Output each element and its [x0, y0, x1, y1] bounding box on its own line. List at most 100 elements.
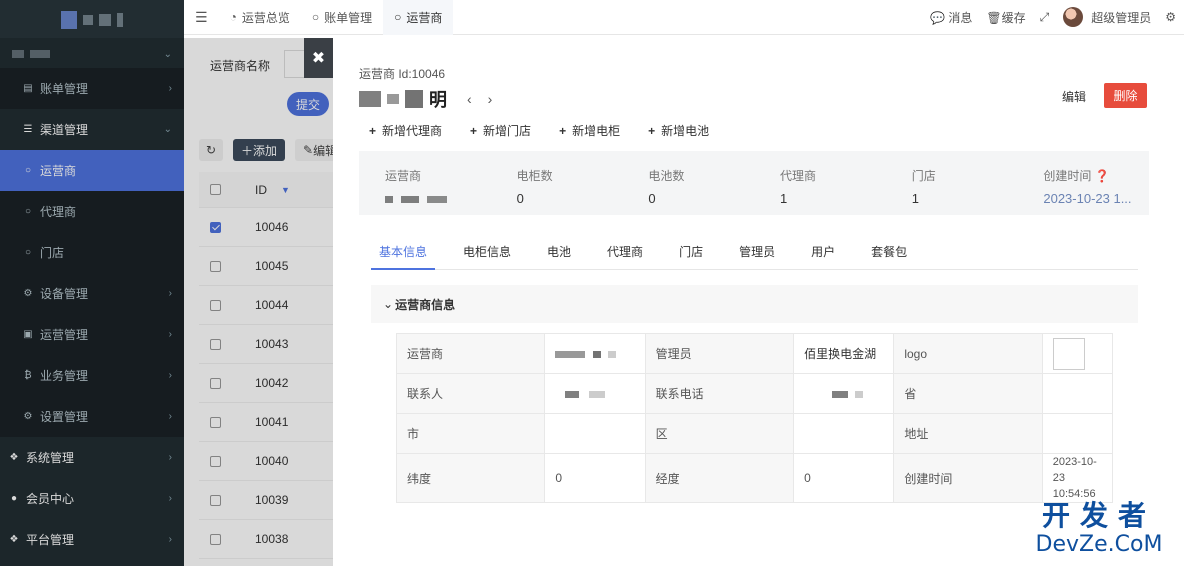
- add-agent-button[interactable]: + 新增代理商: [369, 122, 442, 139]
- watermark-line2: DevZe.CoM: [1035, 532, 1163, 557]
- tab-label: 账单管理: [324, 10, 373, 25]
- cell-label: 联系电话: [644, 373, 795, 414]
- stat-value: 1: [780, 191, 788, 206]
- operator-detail-drawer: 运营商 Id:10046 明 ‹ › 编辑 删除 + 新增代理商 + 新增门店 + 新…: [333, 38, 1184, 566]
- watermark: 开发者 DevZe.CoM: [1024, 500, 1174, 558]
- cell-label: 联系人: [395, 373, 546, 414]
- tab-stores[interactable]: 门店: [671, 240, 711, 270]
- tab-battery[interactable]: 电池: [539, 240, 579, 270]
- dashboard-icon: ◔: [229, 10, 237, 24]
- stat-value: [385, 191, 491, 207]
- circle-icon: ○: [394, 10, 402, 24]
- messages-label: 消息: [948, 10, 973, 25]
- delete-operator-button[interactable]: 删除: [1104, 83, 1147, 108]
- stat-cabinets: 电柜数 0: [491, 151, 623, 215]
- table-row: 联系人 联系电话 省: [395, 373, 1114, 414]
- cell-value: [1041, 413, 1114, 454]
- add-store-button[interactable]: + 新增门店: [470, 122, 531, 139]
- help-icon[interactable]: ❓: [1095, 169, 1110, 183]
- fullscreen-icon[interactable]: ⤢: [1040, 10, 1050, 25]
- operator-title-text: 明: [429, 90, 447, 110]
- quick-actions: + 新增代理商 + 新增门店 + 新增电柜 + 新增电池: [369, 122, 709, 139]
- tab-label: 运营总览: [241, 10, 290, 25]
- stat-label: 创建时间 ❓: [1043, 167, 1149, 184]
- menu-toggle-icon[interactable]: ☰: [184, 0, 219, 35]
- stat-batteries: 电池数 0: [622, 151, 754, 215]
- prev-icon[interactable]: ‹: [467, 91, 472, 107]
- edit-operator-button[interactable]: 编辑: [1062, 88, 1086, 105]
- add-cabinet-button[interactable]: + 新增电柜: [559, 122, 620, 139]
- cell-value: [793, 373, 895, 414]
- tab-packages[interactable]: 套餐包: [863, 240, 915, 270]
- detail-tabs: 基本信息 电柜信息 电池 代理商 门店 管理员 用户 套餐包: [371, 240, 1138, 270]
- stat-label: 运营商: [385, 169, 422, 183]
- next-icon[interactable]: ›: [488, 91, 493, 107]
- tab-basic-info[interactable]: 基本信息: [371, 240, 436, 270]
- tab-users[interactable]: 用户: [803, 240, 843, 270]
- close-icon: ✖: [311, 50, 326, 67]
- chevron-down-icon: ⌄: [383, 297, 394, 311]
- plus-icon: +: [559, 124, 567, 138]
- stat-label: 电柜数: [516, 169, 553, 183]
- table-row: 纬度 0 经度 0 创建时间 2023-10-23 10:54:56: [395, 453, 1114, 503]
- section-title: 运营商信息: [395, 297, 456, 312]
- cell-label: 纬度: [395, 453, 546, 503]
- cell-value: [793, 413, 895, 454]
- stat-label: 门店: [911, 169, 936, 183]
- stat-value: 0: [648, 191, 656, 206]
- cell-value: 2023-10-23 10:54:56: [1041, 453, 1114, 503]
- cell-value: [544, 413, 646, 454]
- stat-agents: 代理商 1: [754, 151, 886, 215]
- logo-image: [1052, 337, 1085, 370]
- brand-logo: [0, 0, 184, 40]
- operator-title: 明 ‹ ›: [359, 86, 492, 112]
- cell-value: 0: [544, 453, 646, 503]
- table-row: 市 区 地址: [395, 413, 1114, 454]
- drawer-backdrop[interactable]: [0, 38, 333, 566]
- close-drawer-button[interactable]: ✖: [304, 38, 333, 78]
- stat-stores: 门店 1: [886, 151, 1018, 215]
- cell-value: [544, 373, 646, 414]
- table-row: 运营商 管理员 佰里换电金湖 logo: [395, 333, 1114, 374]
- cell-label: 区: [644, 413, 795, 454]
- operator-id: 运营商 Id:10046: [359, 67, 446, 81]
- plus-icon: +: [369, 124, 377, 138]
- action-label: 新增门店: [483, 124, 532, 138]
- top-navbar: ☰ ◔ 运营总览 ○ 账单管理 ○ 运营商 💬 消息 🗑缓存 ⤢ 超级管理员 ⚙: [184, 0, 1184, 35]
- trash-icon: 🗑: [986, 10, 1002, 25]
- settings-icon[interactable]: ⚙: [1165, 10, 1176, 24]
- stat-label-text: 创建时间: [1043, 169, 1092, 183]
- tab-admins[interactable]: 管理员: [731, 240, 783, 270]
- stat-operator: 运营商: [359, 151, 491, 215]
- cell-label: logo: [893, 333, 1043, 374]
- stat-created: 创建时间 ❓ 2023-10-23 1...: [1017, 151, 1149, 215]
- stats-panel: 运营商 电柜数 0 电池数 0 代理商 1 门店 1 创建时间 ❓ 2023-1…: [359, 151, 1149, 215]
- cell-value: 佰里换电金湖: [793, 333, 895, 374]
- cell-value: 0: [793, 453, 895, 503]
- tab-bills[interactable]: ○ 账单管理: [301, 0, 383, 35]
- tab-agents[interactable]: 代理商: [599, 240, 651, 270]
- operator-info-table: 运营商 管理员 佰里换电金湖 logo 联系人 联系电话 省 市 区 地址 纬度…: [395, 333, 1114, 503]
- cache-button[interactable]: 🗑缓存: [986, 9, 1025, 26]
- add-battery-button[interactable]: + 新增电池: [648, 122, 709, 139]
- section-header[interactable]: ⌄ 运营商信息: [371, 285, 1138, 323]
- user-menu[interactable]: 超级管理员: [1063, 7, 1151, 27]
- tab-overview[interactable]: ◔ 运营总览: [219, 0, 301, 35]
- plus-icon: +: [470, 124, 478, 138]
- messages-button[interactable]: 💬 消息: [930, 9, 972, 26]
- cell-value: [1041, 333, 1114, 374]
- avatar: [1063, 7, 1084, 27]
- username: 超级管理员: [1091, 10, 1152, 25]
- cell-value: [1041, 373, 1114, 414]
- cell-label: 运营商: [395, 333, 546, 374]
- stat-label: 代理商: [780, 169, 817, 183]
- cell-label: 省: [893, 373, 1043, 414]
- tab-operators[interactable]: ○ 运营商: [383, 0, 454, 35]
- cell-label: 经度: [644, 453, 795, 503]
- tab-cabinet-info[interactable]: 电柜信息: [455, 240, 519, 270]
- plus-icon: +: [648, 124, 656, 138]
- action-label: 新增电柜: [572, 124, 621, 138]
- tab-label: 运营商: [406, 10, 443, 25]
- cell-label: 管理员: [644, 333, 795, 374]
- watermark-line1: 开发者: [1041, 499, 1156, 532]
